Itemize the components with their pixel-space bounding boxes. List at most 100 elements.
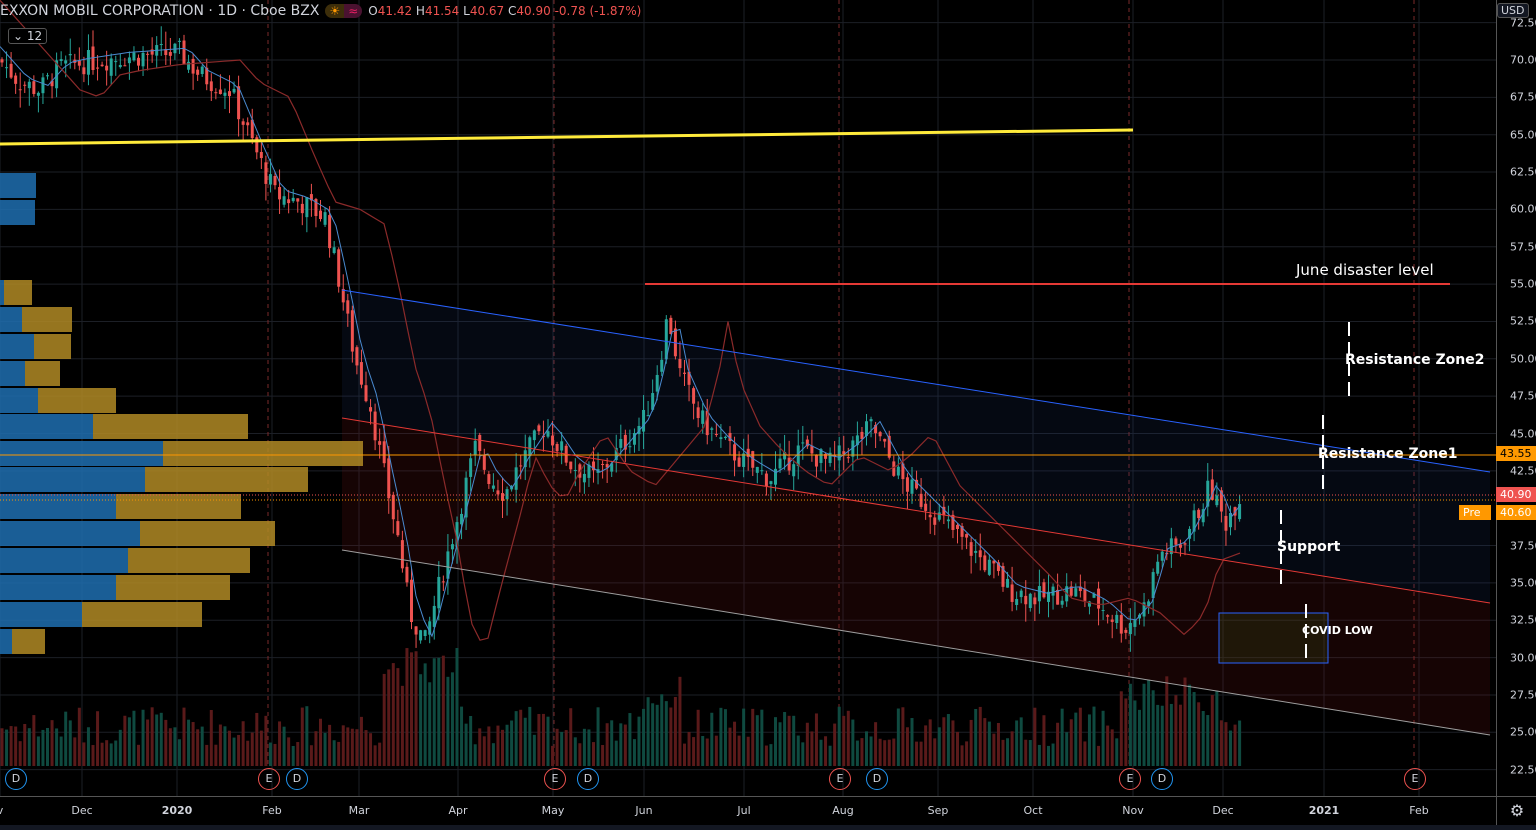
volume-bar xyxy=(173,727,177,766)
candle xyxy=(237,75,241,137)
market-status-icon[interactable]: ☀ xyxy=(325,4,345,18)
candle-body xyxy=(350,310,354,352)
earnings-event-icon[interactable]: E xyxy=(544,768,566,790)
candle-body xyxy=(778,458,782,469)
volume-bar xyxy=(601,745,605,766)
dividend-event-icon[interactable]: D xyxy=(1151,768,1173,790)
volume-bar xyxy=(992,733,996,766)
candle-body xyxy=(582,473,586,483)
candle xyxy=(259,142,263,169)
volume-profile-down xyxy=(4,280,32,305)
earnings-event-icon[interactable]: E xyxy=(1404,768,1426,790)
dividend-event-icon[interactable]: D xyxy=(866,768,888,790)
volume-bar xyxy=(259,730,263,766)
price-tick-label: 22.50 xyxy=(1510,763,1536,777)
volume-bar xyxy=(1015,720,1019,766)
candle-body xyxy=(1174,538,1178,545)
candle-body xyxy=(18,89,22,91)
dividend-event-icon[interactable]: D xyxy=(5,768,27,790)
earnings-event-icon[interactable]: E xyxy=(258,768,280,790)
candle-body xyxy=(410,579,413,622)
volume-bar xyxy=(1165,676,1169,766)
volume-bar xyxy=(569,708,573,766)
candle xyxy=(14,72,18,94)
candle-body xyxy=(246,122,250,126)
volume-bar xyxy=(1197,702,1201,766)
volume-bar xyxy=(400,685,404,766)
volume-bar xyxy=(146,719,150,766)
chart-plot-area[interactable] xyxy=(0,0,1496,796)
candle-body xyxy=(105,65,109,71)
candle xyxy=(123,57,127,67)
volume-bar xyxy=(514,711,518,766)
candle-body xyxy=(396,521,400,536)
earnings-event-icon[interactable]: E xyxy=(1119,768,1141,790)
volume-bar xyxy=(910,718,914,766)
time-tick-label: 2021 xyxy=(1308,804,1340,817)
volume-bar xyxy=(496,725,500,766)
candle-body xyxy=(109,58,113,76)
symbol-title[interactable]: EXXON MOBIL CORPORATION · 1D · Cboe BZX xyxy=(0,3,319,19)
candle-body xyxy=(792,464,796,477)
volume-bar xyxy=(41,729,45,766)
candle xyxy=(278,169,282,214)
volume-bar xyxy=(123,715,127,766)
volume-profile-up xyxy=(0,494,116,519)
volume-bar xyxy=(323,732,327,766)
volume-profile-down xyxy=(34,334,71,359)
candle-body xyxy=(714,433,718,435)
volume-bar xyxy=(728,727,732,766)
volume-bar xyxy=(1156,704,1160,766)
candle-body xyxy=(1019,590,1023,598)
volume-bar xyxy=(660,694,664,766)
dividend-event-icon[interactable]: D xyxy=(577,768,599,790)
settings-gear-icon[interactable]: ⚙ xyxy=(1496,796,1536,825)
volume-bar xyxy=(742,708,746,766)
volume-bar xyxy=(1119,691,1123,766)
candle-body xyxy=(364,385,368,402)
volume-bar xyxy=(27,728,31,766)
legend-header: EXXON MOBIL CORPORATION · 1D · Cboe BZX … xyxy=(0,3,641,19)
candle-body xyxy=(619,438,623,448)
volume-bar xyxy=(696,709,700,766)
price-tick-label: 72.50 xyxy=(1510,16,1536,30)
candle xyxy=(146,51,150,71)
indicator-collapse-button[interactable]: ⌄ 12 xyxy=(8,28,48,44)
candle-body xyxy=(1010,584,1014,602)
volume-bar xyxy=(1147,679,1151,766)
candle xyxy=(209,73,213,101)
candle xyxy=(127,51,131,80)
earnings-event-icon[interactable]: E xyxy=(829,768,851,790)
chart-canvas[interactable] xyxy=(0,0,1496,796)
candle xyxy=(23,81,27,94)
candle-body xyxy=(218,89,222,95)
volume-profile-down xyxy=(116,494,241,519)
candle-body xyxy=(1074,588,1078,597)
volume-bar xyxy=(564,730,568,766)
volume-bar xyxy=(778,722,782,766)
volume-bar xyxy=(127,717,131,766)
data-problem-icon[interactable]: ≈ xyxy=(344,4,363,18)
dividend-event-icon[interactable]: D xyxy=(286,768,308,790)
volume-bar xyxy=(1078,707,1082,766)
volume-bar xyxy=(469,715,473,766)
volume-bar xyxy=(978,706,982,766)
time-tick-label: Feb xyxy=(1409,804,1429,817)
candle-body xyxy=(482,455,486,470)
volume-profile-down xyxy=(163,441,363,466)
volume-bar xyxy=(309,745,313,766)
candle-body xyxy=(1183,543,1187,545)
volume-bar xyxy=(996,722,1000,766)
price-tick-label: 25.00 xyxy=(1510,725,1536,739)
volume-bar xyxy=(528,706,532,766)
candle xyxy=(223,88,227,109)
candle-body xyxy=(965,534,969,538)
candle-body xyxy=(419,630,423,641)
volume-bar xyxy=(605,723,609,766)
candle-body xyxy=(796,445,800,466)
time-tick-label: Oct xyxy=(1023,804,1043,817)
candle-body xyxy=(1101,610,1105,612)
candle xyxy=(77,47,81,71)
volume-bar xyxy=(828,745,832,766)
volume-bar xyxy=(214,744,218,766)
